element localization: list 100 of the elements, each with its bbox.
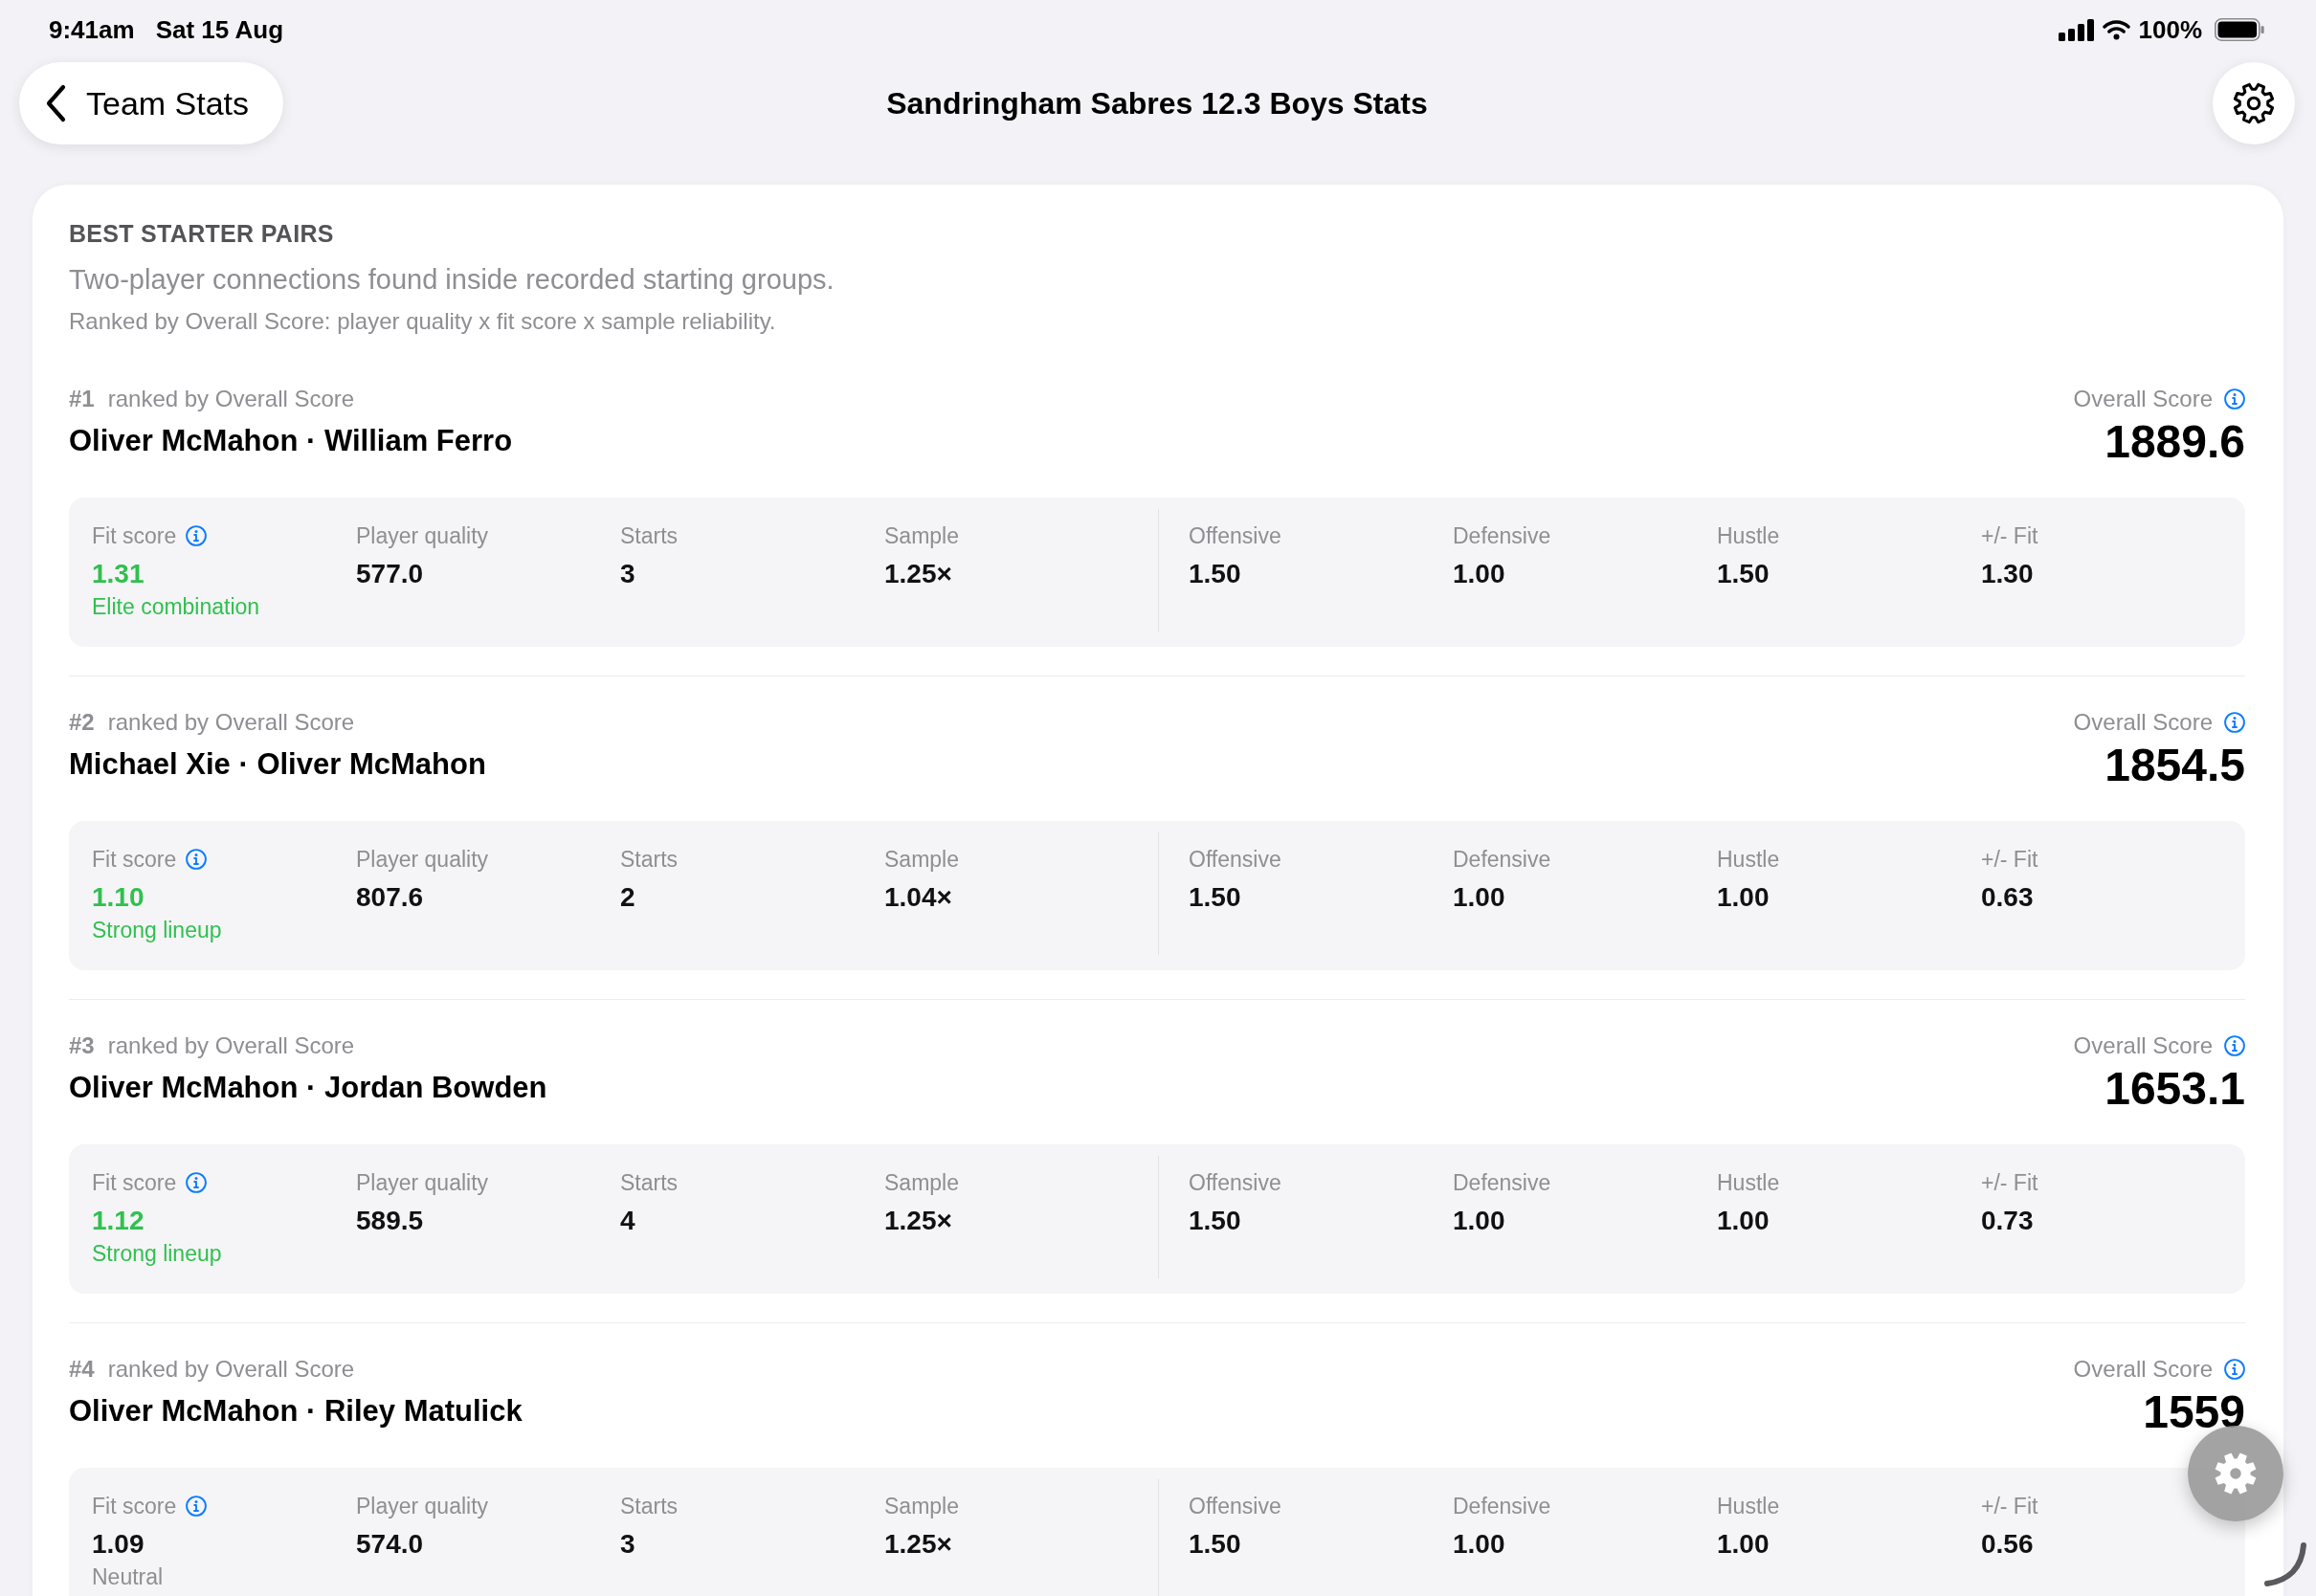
stat-label: +/- Fit	[1981, 522, 2038, 550]
stat-value: 3	[620, 558, 635, 590]
section-note: Ranked by Overall Score: player quality x fit score x sample reliability.	[69, 307, 777, 336]
wifi-icon	[2102, 19, 2130, 40]
stat-value: 1.30	[1981, 558, 2034, 590]
fit-verdict: Neutral	[92, 1564, 164, 1589]
stat-value: 1.04×	[884, 881, 952, 914]
stat-value: 1.00	[1717, 1528, 1770, 1561]
stat-label: Sample	[884, 1493, 959, 1520]
stat-label: Defensive	[1453, 1169, 1551, 1197]
stat-label: Player quality	[356, 1169, 489, 1197]
stat-value: 1.50	[1717, 558, 1770, 590]
stat-label: Starts	[620, 522, 679, 550]
status-time: 9:41am	[49, 14, 135, 45]
overall-score: 1854.5	[2104, 746, 2245, 784]
stat-label: Defensive	[1453, 522, 1551, 550]
stat-label: Hustle	[1717, 846, 1780, 874]
info-icon[interactable]	[186, 1496, 208, 1517]
stat-label: Starts	[620, 1493, 679, 1520]
stat-value: 1.25×	[884, 558, 952, 590]
stat-value: 807.6	[356, 881, 424, 914]
stat-label: Sample	[884, 1169, 959, 1197]
stat-value: 577.0	[356, 558, 424, 590]
stat-value: 1.50	[1189, 881, 1241, 914]
stat-label: +/- Fit	[1981, 1169, 2038, 1197]
battery-icon	[2215, 18, 2264, 41]
stat-value: 1.00	[1453, 1528, 1505, 1561]
rank-caption: ranked by Overall Score	[107, 1355, 355, 1384]
info-icon[interactable]	[2224, 1035, 2245, 1056]
page-title: Sandringham Sabres 12.3 Boys Stats	[886, 85, 1428, 122]
stat-label: Offensive	[1189, 1169, 1281, 1197]
stat-value: 1.00	[1453, 881, 1505, 914]
stat-value: 3	[620, 1528, 635, 1561]
stat-value: 1.50	[1189, 1205, 1241, 1237]
section-title: BEST STARTER PAIRS	[69, 219, 335, 248]
stat-label: Offensive	[1189, 522, 1281, 550]
score-label: Overall Score	[2073, 1355, 2213, 1384]
section-subtitle: Two-player connections found inside recorded starting groups.	[69, 263, 835, 296]
rank-number: #3	[69, 1031, 95, 1060]
stat-value: 1.50	[1189, 1528, 1241, 1561]
stat-label: Fit score	[92, 1169, 177, 1197]
pair-names: Oliver McMahon · Jordan Bowden	[69, 1070, 547, 1106]
info-icon[interactable]	[2224, 1359, 2245, 1380]
stat-value: 0.63	[1981, 881, 2034, 914]
rank-number: #1	[69, 385, 95, 413]
stat-value: 1.25×	[884, 1205, 952, 1237]
stat-label: Fit score	[92, 522, 177, 550]
stat-label: Player quality	[356, 522, 489, 550]
stat-value: 1.00	[1453, 558, 1505, 590]
back-button[interactable]: Team Stats	[19, 62, 284, 144]
rank-caption: ranked by Overall Score	[107, 1031, 355, 1060]
settings-icon	[2232, 81, 2276, 125]
stat-label: Fit score	[92, 1493, 177, 1520]
stat-label: +/- Fit	[1981, 1493, 2038, 1520]
info-icon[interactable]	[186, 1172, 208, 1193]
rank-number: #2	[69, 708, 95, 737]
score-label: Overall Score	[2073, 385, 2213, 413]
stat-label: +/- Fit	[1981, 846, 2038, 874]
stat-label: Hustle	[1717, 1169, 1780, 1197]
stat-value: 1.00	[1717, 881, 1770, 914]
score-label: Overall Score	[2073, 1031, 2213, 1060]
overall-score: 1559	[2143, 1393, 2245, 1430]
stat-value: 1.25×	[884, 1528, 952, 1561]
stat-value: 1.00	[1717, 1205, 1770, 1237]
overall-score: 1653.1	[2104, 1070, 2245, 1107]
pair-names: Oliver McMahon · William Ferro	[69, 423, 513, 459]
stat-label: Sample	[884, 522, 959, 550]
fit-score-value: 1.10	[92, 881, 145, 914]
stat-label: Player quality	[356, 1493, 489, 1520]
stat-value: 0.56	[1981, 1528, 2034, 1561]
cellular-signal-icon	[2058, 18, 2094, 41]
fit-verdict: Strong lineup	[92, 918, 222, 942]
battery-percentage: 100%	[2138, 14, 2202, 45]
info-icon[interactable]	[2224, 388, 2245, 410]
stat-label: Offensive	[1189, 846, 1281, 874]
stat-label: Sample	[884, 846, 959, 874]
stat-value: 574.0	[356, 1528, 424, 1561]
resize-handle-icon[interactable]	[2262, 1541, 2308, 1588]
pair-names: Michael Xie · Oliver McMahon	[69, 746, 486, 783]
stat-label: Defensive	[1453, 846, 1551, 874]
stat-value: 0.73	[1981, 1205, 2034, 1237]
status-date: Sat 15 Aug	[155, 14, 284, 45]
stat-value: 4	[620, 1205, 635, 1237]
stat-label: Starts	[620, 846, 679, 874]
overall-score: 1889.6	[2104, 423, 2245, 460]
stat-label: Player quality	[356, 846, 489, 874]
fit-verdict: Elite combination	[92, 594, 260, 619]
rank-number: #4	[69, 1355, 95, 1384]
score-label: Overall Score	[2073, 708, 2213, 737]
fit-verdict: Strong lineup	[92, 1241, 222, 1266]
stat-label: Offensive	[1189, 1493, 1281, 1520]
stat-value: 1.00	[1453, 1205, 1505, 1237]
info-icon[interactable]	[2224, 712, 2245, 733]
info-icon[interactable]	[186, 849, 208, 870]
stat-value: 1.50	[1189, 558, 1241, 590]
stat-label: Fit score	[92, 846, 177, 874]
stat-value: 589.5	[356, 1205, 424, 1237]
info-icon[interactable]	[186, 525, 208, 546]
fit-score-value: 1.09	[92, 1528, 145, 1561]
pair-names: Oliver McMahon · Riley Matulick	[69, 1393, 523, 1430]
